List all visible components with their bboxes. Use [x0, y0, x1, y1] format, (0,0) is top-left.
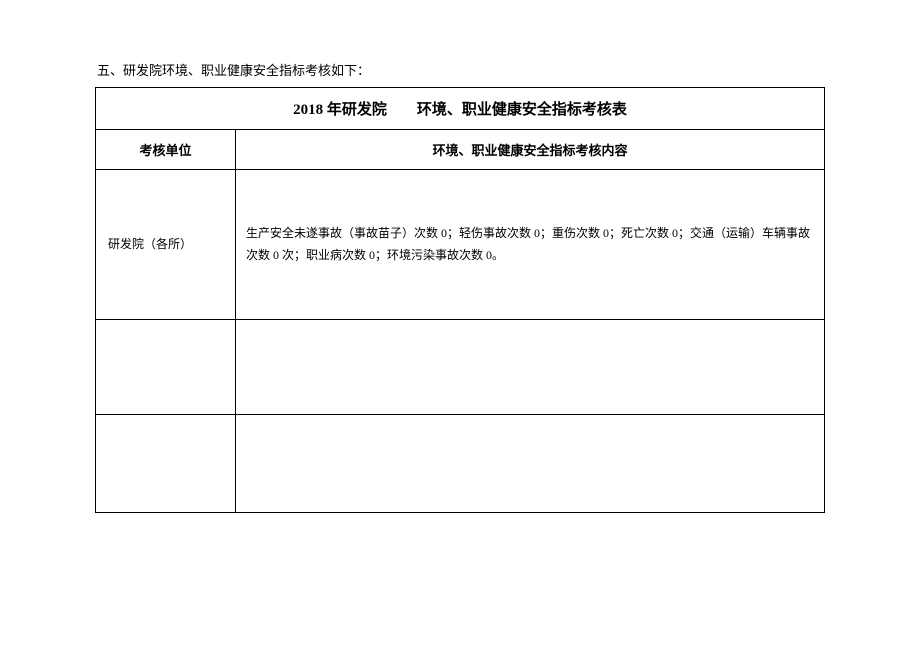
header-content: 环境、职业健康安全指标考核内容	[236, 130, 825, 170]
unit-cell	[96, 320, 236, 415]
unit-cell	[96, 415, 236, 513]
unit-cell: 研发院（各所）	[96, 170, 236, 320]
header-unit: 考核单位	[96, 130, 236, 170]
table-header-row: 考核单位 环境、职业健康安全指标考核内容	[96, 130, 825, 170]
title-part2: 环境、职业健康安全指标考核表	[417, 102, 627, 118]
assessment-table: 2018 年研发院 环境、职业健康安全指标考核表 考核单位 环境、职业健康安全指标…	[95, 87, 825, 513]
content-cell: 生产安全未遂事故（事故苗子）次数 0；轻伤事故次数 0；重伤次数 0；死亡次数 …	[236, 170, 825, 320]
table-row	[96, 320, 825, 415]
content-cell	[236, 320, 825, 415]
table-title-row: 2018 年研发院 环境、职业健康安全指标考核表	[96, 88, 825, 130]
content-cell	[236, 415, 825, 513]
table-row: 研发院（各所） 生产安全未遂事故（事故苗子）次数 0；轻伤事故次数 0；重伤次数…	[96, 170, 825, 320]
intro-text: 五、研发院环境、职业健康安全指标考核如下：	[97, 60, 825, 79]
table-title-cell: 2018 年研发院 环境、职业健康安全指标考核表	[96, 88, 825, 130]
table-row	[96, 415, 825, 513]
title-part1: 2018 年研发院	[293, 102, 387, 118]
